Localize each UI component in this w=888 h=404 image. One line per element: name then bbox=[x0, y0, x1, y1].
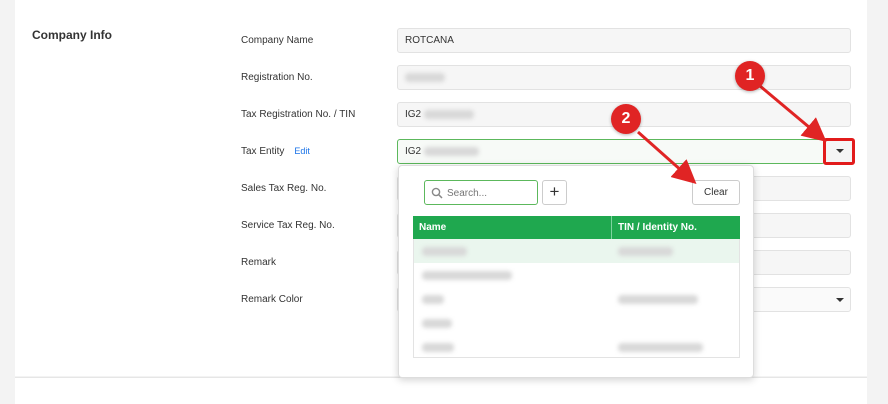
arrow-to-dropdown-button bbox=[759, 84, 827, 142]
annotation-arrows bbox=[637, 84, 827, 184]
arrow-to-clear-button bbox=[637, 130, 697, 184]
step-marker-2: 2 bbox=[611, 104, 641, 134]
step-marker-1: 1 bbox=[735, 61, 765, 91]
